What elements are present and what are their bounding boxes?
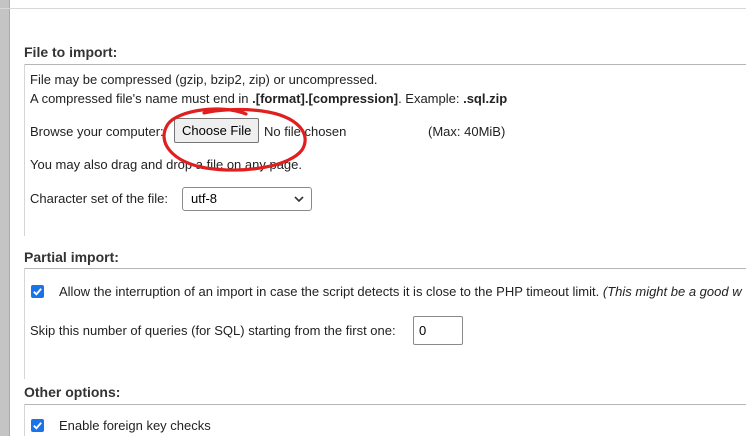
- filename-mid: . Example:: [398, 91, 464, 106]
- filename-prefix: A compressed file's name must end in: [30, 91, 253, 106]
- charset-select[interactable]: utf-8: [182, 187, 312, 211]
- partial-import-section: Partial import: Allow the interruption o…: [24, 249, 746, 379]
- allow-interrupt-checkbox[interactable]: [31, 285, 44, 298]
- other-options-section: Other options: Enable foreign key checks: [24, 384, 746, 436]
- compression-filename-info: A compressed file's name must end in .[f…: [30, 91, 507, 106]
- browse-label: Browse your computer:: [30, 124, 164, 139]
- charset-label: Character set of the file:: [30, 191, 169, 206]
- foreign-key-checkbox[interactable]: [31, 419, 44, 432]
- filename-format: .[format].[compression]: [252, 91, 399, 106]
- other-options-heading: Other options:: [24, 384, 121, 400]
- checkmark-icon: [33, 288, 42, 296]
- charset-select-value: utf-8: [191, 191, 218, 206]
- file-import-section: File to import: File may be compressed (…: [24, 44, 746, 236]
- allow-interrupt-text: Allow the interruption of an import in c…: [59, 284, 600, 299]
- partial-import-heading: Partial import:: [24, 249, 119, 265]
- compression-info: File may be compressed (gzip, bzip2, zip…: [30, 72, 378, 87]
- allow-interrupt-label: Allow the interruption of an import in c…: [59, 284, 742, 299]
- allow-interrupt-note: (This might be a good w: [602, 284, 742, 299]
- no-file-chosen-text: No file chosen: [264, 124, 347, 139]
- left-sidebar-edge: [0, 0, 10, 436]
- file-import-heading: File to import:: [24, 44, 118, 60]
- skip-queries-input[interactable]: 0: [413, 316, 463, 345]
- filename-example: .sql.zip: [463, 91, 508, 106]
- file-import-border: [24, 64, 746, 236]
- choose-file-button[interactable]: Choose File: [174, 118, 260, 143]
- chevron-down-icon: [293, 188, 305, 218]
- foreign-key-label: Enable foreign key checks: [59, 418, 211, 433]
- checkmark-icon: [33, 422, 42, 430]
- top-divider: [0, 8, 746, 9]
- drag-drop-hint: You may also drag and drop a file on any…: [30, 157, 302, 172]
- max-size-text: (Max: 40MiB): [428, 124, 506, 139]
- skip-queries-label: Skip this number of queries (for SQL) st…: [30, 323, 396, 338]
